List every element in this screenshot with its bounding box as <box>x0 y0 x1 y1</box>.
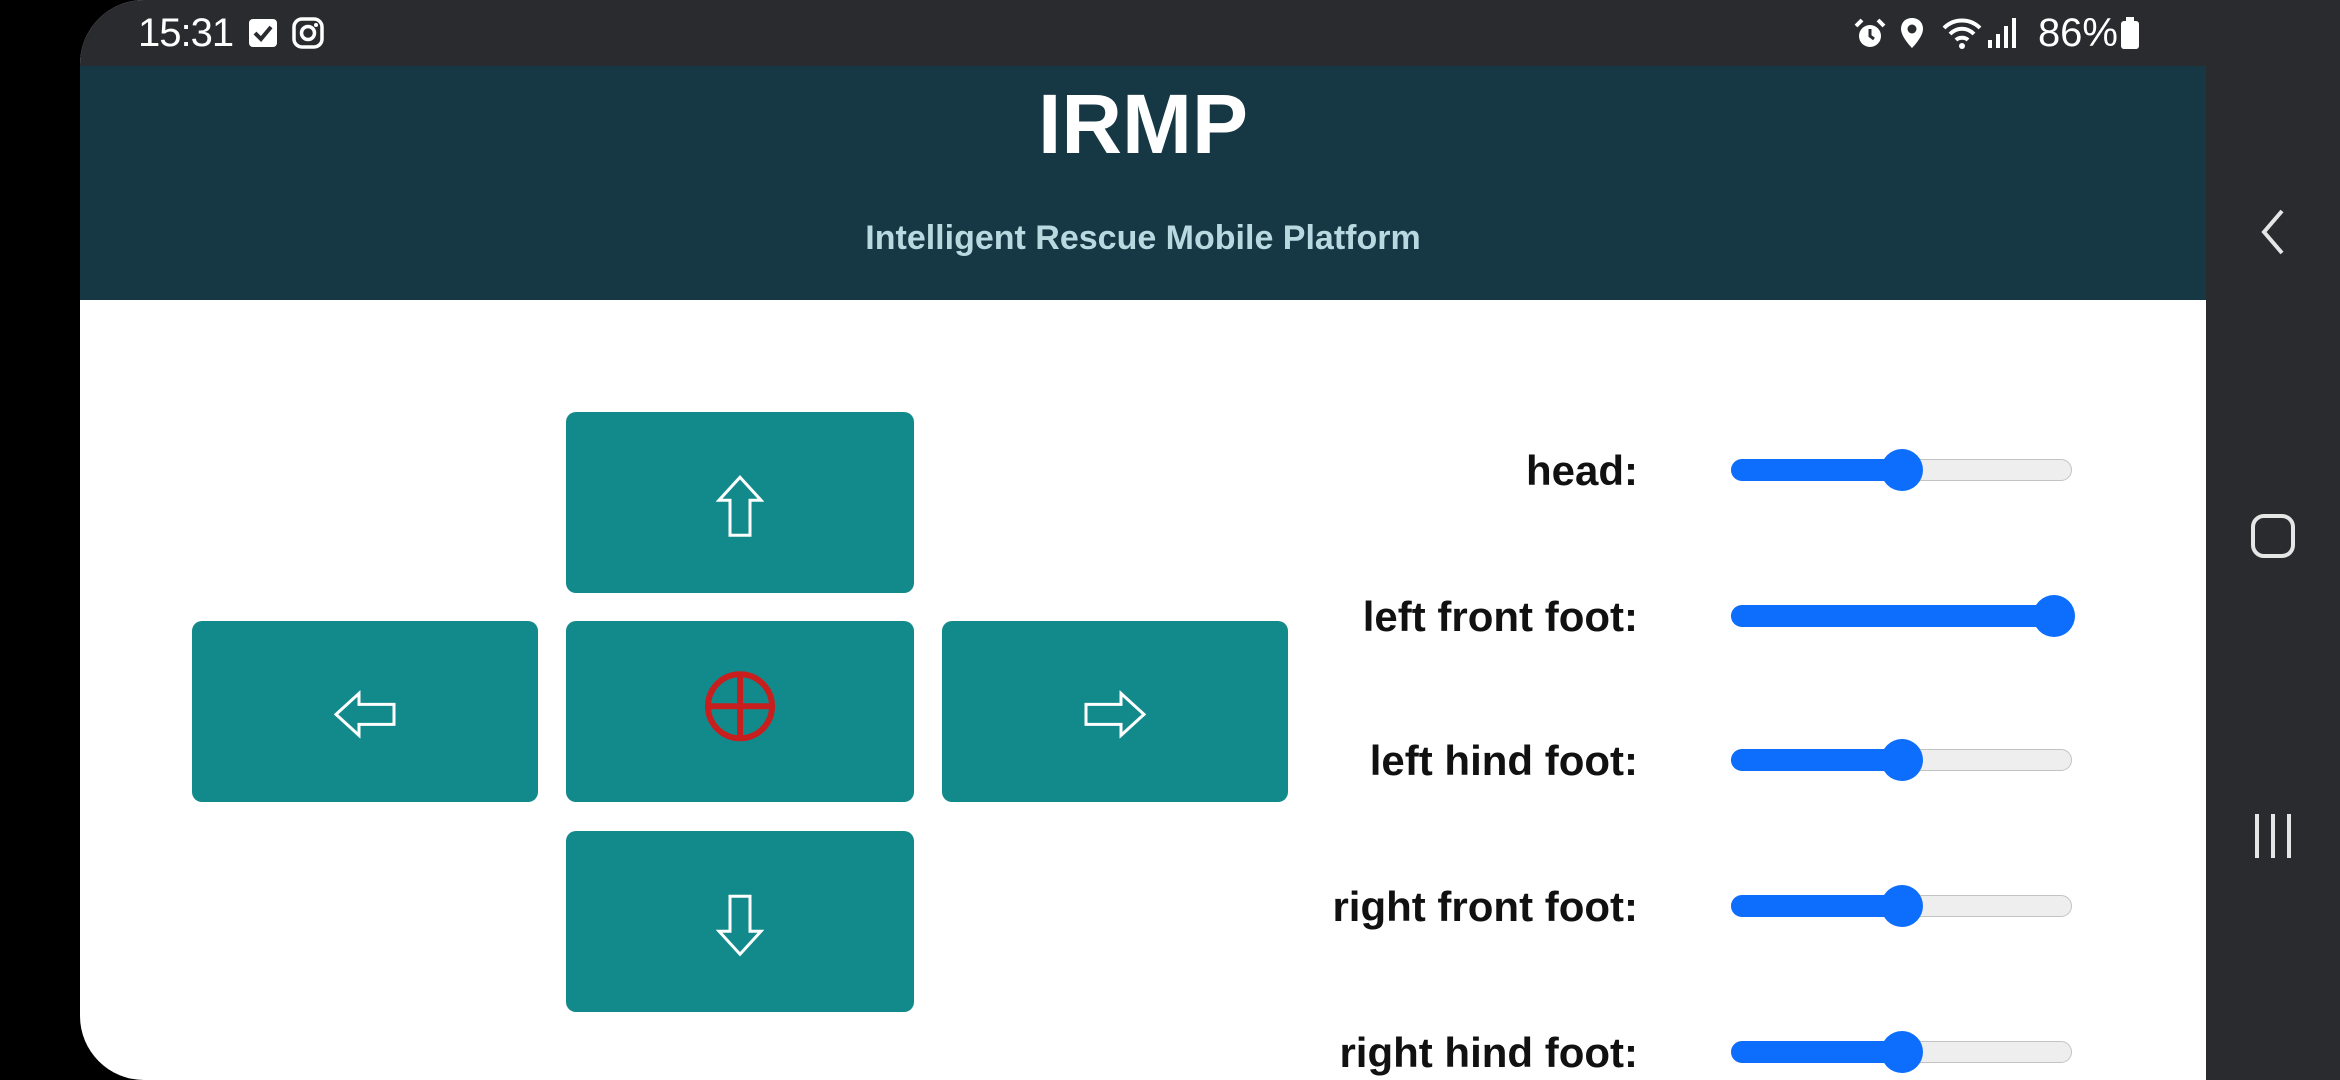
page-subtitle: Intelligent Rescue Mobile Platform <box>865 219 1421 257</box>
left-front-foot-slider[interactable] <box>1731 595 2075 637</box>
slider-label: left hind foot: <box>1369 737 1638 784</box>
slider-row-right-hind-foot: right hind foot: <box>1240 1012 2160 1080</box>
slider-row-left-hind-foot: left hind foot: <box>1240 720 2160 800</box>
turn-left-button[interactable] <box>192 621 538 802</box>
page-title: IRMP <box>1038 77 1248 171</box>
stop-button[interactable] <box>566 621 914 802</box>
left-arrow-icon <box>333 689 396 738</box>
slider-thumb[interactable] <box>1881 1031 1923 1073</box>
left-hind-foot-slider[interactable] <box>1731 739 2072 781</box>
up-arrow-icon <box>716 474 764 537</box>
move-backward-button[interactable] <box>566 831 914 1012</box>
slider-label: left front foot: <box>1362 593 1638 640</box>
slider-label: right hind foot: <box>1339 1029 1638 1076</box>
turn-right-button[interactable] <box>942 621 1288 802</box>
slider-fill <box>1731 1041 1903 1063</box>
slider-fill <box>1731 749 1903 771</box>
head-slider[interactable] <box>1731 449 2072 491</box>
recents-icon <box>2255 814 2291 858</box>
location-icon <box>1898 16 1926 55</box>
status-bar: 15:31 86% <box>80 0 2206 66</box>
home-icon <box>2251 514 2295 558</box>
slider-thumb[interactable] <box>2033 595 2075 637</box>
right-arrow-icon <box>1084 689 1147 738</box>
back-icon <box>2261 209 2284 255</box>
slider-fill <box>1731 459 1903 481</box>
back-button[interactable] <box>2206 172 2340 292</box>
recents-button[interactable] <box>2206 776 2340 896</box>
home-button[interactable] <box>2206 476 2340 596</box>
instagram-icon <box>292 17 324 54</box>
slider-thumb[interactable] <box>1881 449 1923 491</box>
right-hind-foot-slider[interactable] <box>1731 1031 2072 1073</box>
slider-label: right front foot: <box>1332 883 1638 930</box>
alarm-icon <box>1853 17 1887 56</box>
slider-row-right-front-foot: right front foot: <box>1240 866 2160 946</box>
battery-icon <box>2120 16 2140 55</box>
status-time: 15:31 <box>138 11 234 55</box>
checkbox-notification-icon <box>248 18 278 53</box>
slider-row-left-front-foot: left front foot: <box>1240 576 2160 656</box>
slider-label: head: <box>1525 447 1638 494</box>
slider-fill <box>1731 605 2055 627</box>
slider-thumb[interactable] <box>1881 885 1923 927</box>
right-front-foot-slider[interactable] <box>1731 885 2072 927</box>
signal-icon <box>1986 16 2018 55</box>
slider-thumb[interactable] <box>1881 739 1923 781</box>
app-screen: 15:31 86% IRMP Intelligent Rescue Mobile… <box>80 0 2206 1080</box>
move-forward-button[interactable] <box>566 412 914 593</box>
slider-fill <box>1731 895 1903 917</box>
system-navigation-bar <box>2206 0 2340 1080</box>
slider-row-head: head: <box>1240 430 2160 510</box>
battery-percent: 86% <box>2037 11 2118 55</box>
down-arrow-icon <box>716 894 764 956</box>
wifi-icon <box>1942 16 1982 55</box>
app-header: IRMP Intelligent Rescue Mobile Platform <box>80 66 2206 300</box>
stop-crosshair-icon <box>705 670 775 741</box>
